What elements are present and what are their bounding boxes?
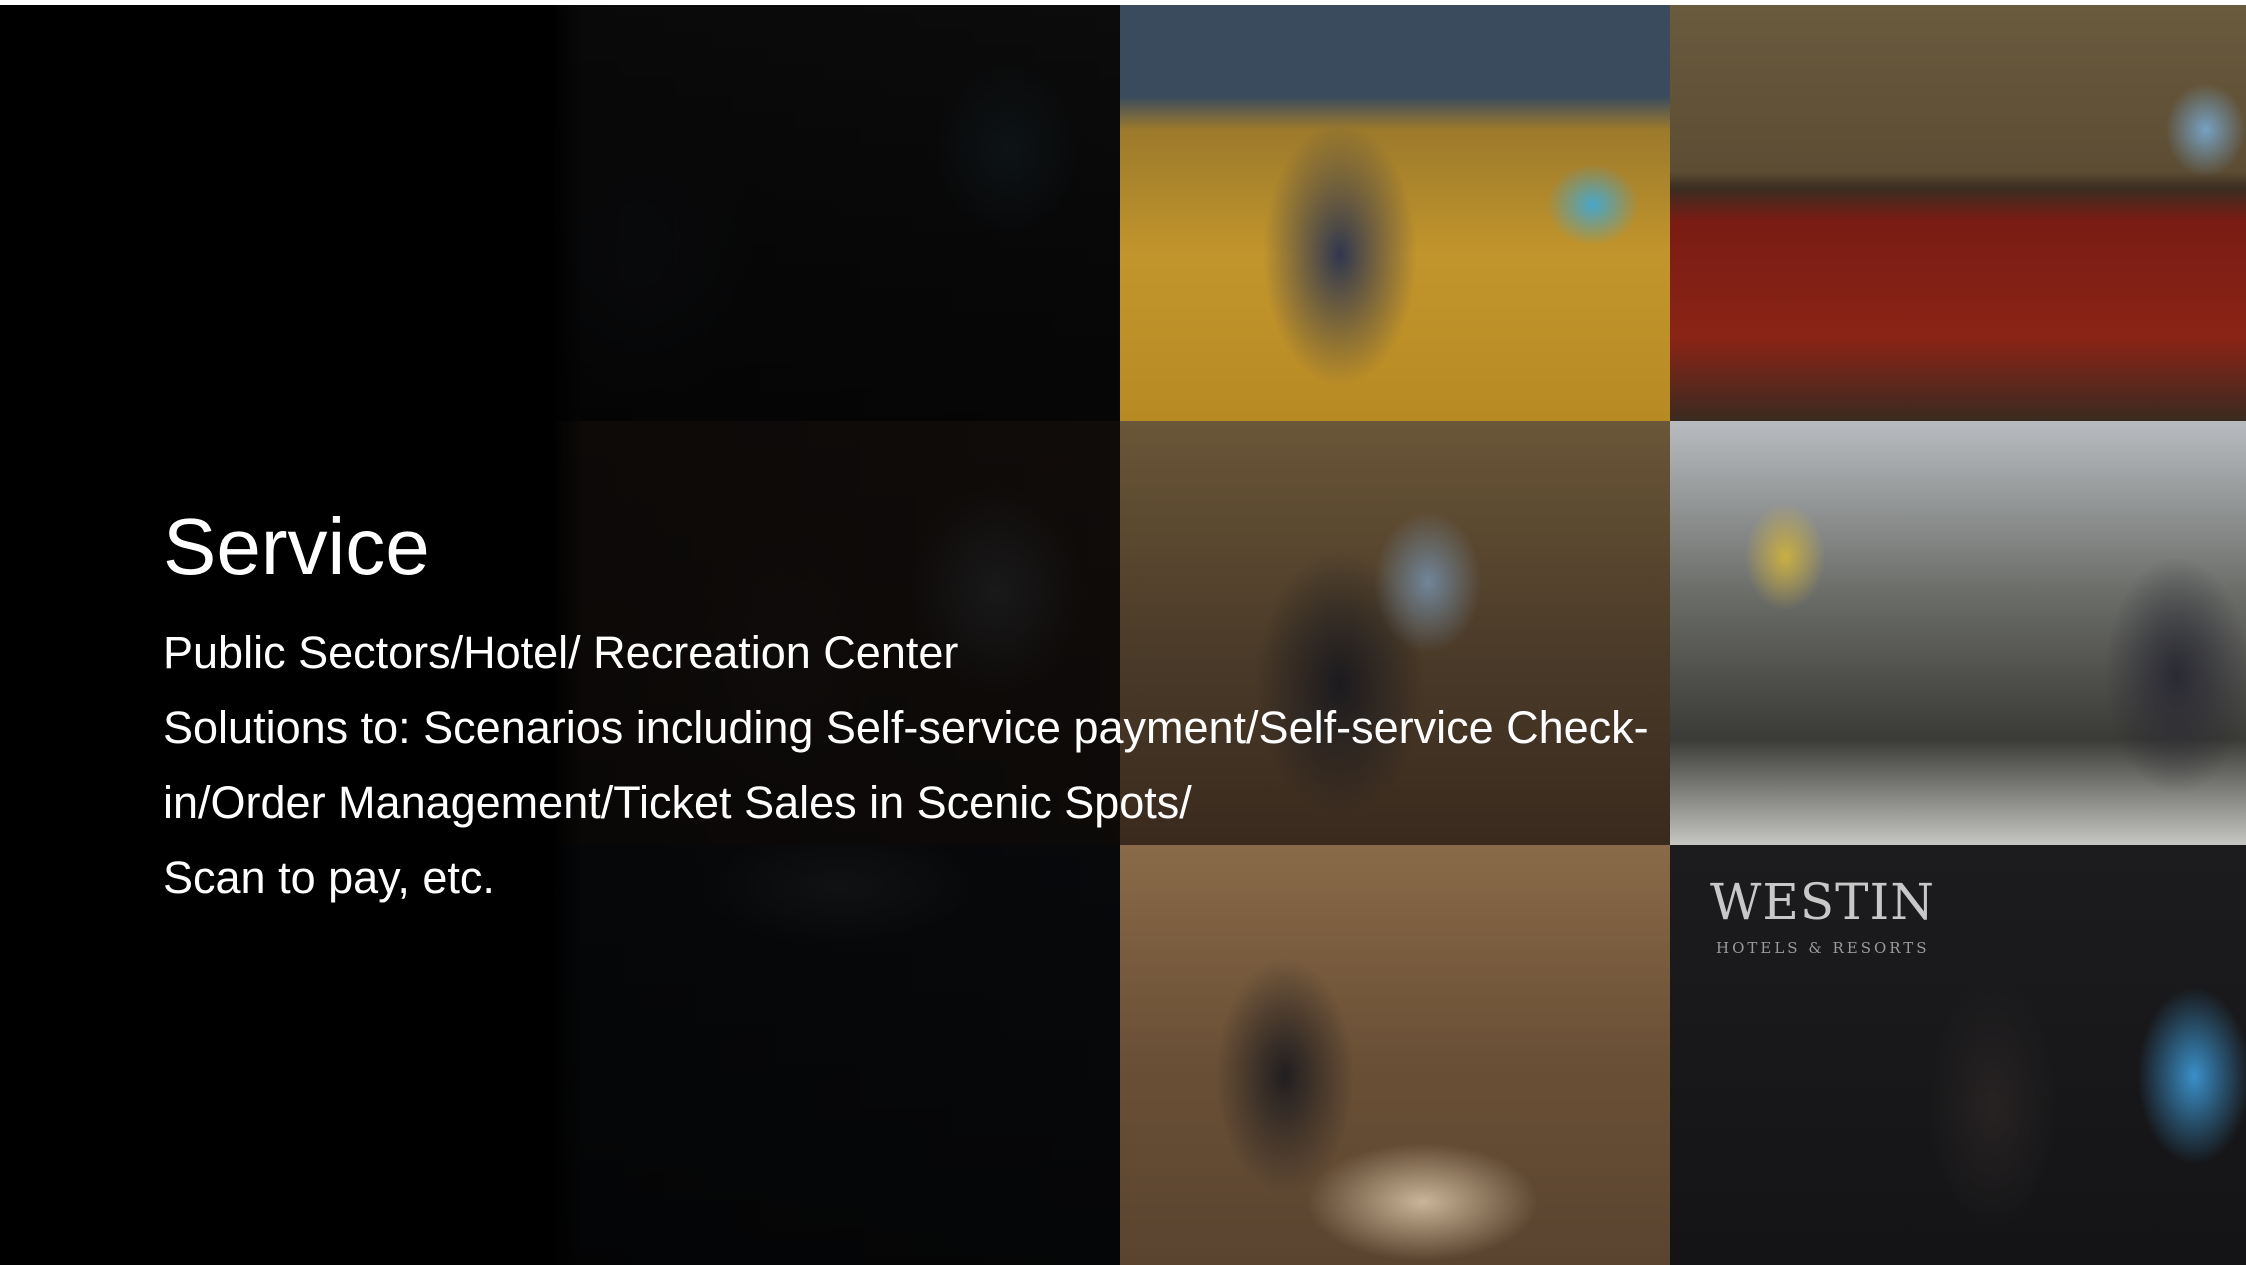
photo-mobile-payment xyxy=(1670,421,2246,845)
westin-logo-sub: HOTELS & RESORTS xyxy=(1716,939,1930,957)
slide-title: Service xyxy=(163,502,430,591)
body-line-1: Solutions to: Scenarios including Self-s… xyxy=(163,702,1649,753)
westin-logo: WESTIN xyxy=(1710,873,1935,931)
photo-westin-payment: WESTIN HOTELS & RESORTS xyxy=(1670,845,2246,1265)
body-line-2: in/Order Management/Ticket Sales in Scen… xyxy=(163,777,1192,828)
photo-bus-payment xyxy=(1120,5,1670,421)
photo-hotel-reception xyxy=(1670,5,2246,421)
text-block: Service Public Sectors/Hotel/ Recreation… xyxy=(163,495,1713,915)
slide: WESTIN HOTELS & RESORTS Service Public S… xyxy=(0,5,2246,1265)
body-line-3: Scan to pay, etc. xyxy=(163,852,495,903)
subtitle-line: Public Sectors/Hotel/ Recreation Center xyxy=(163,627,959,678)
